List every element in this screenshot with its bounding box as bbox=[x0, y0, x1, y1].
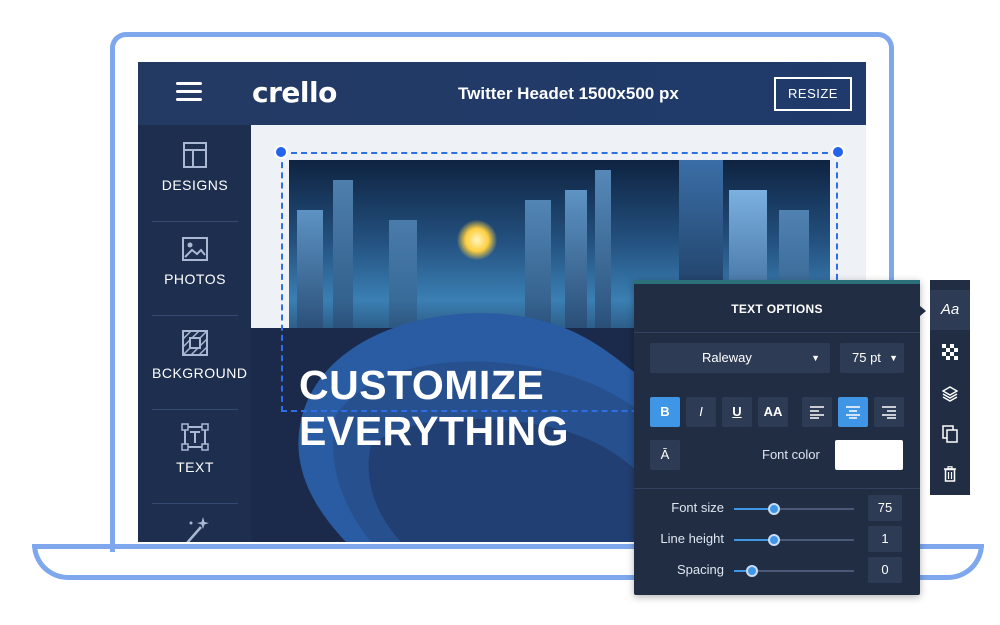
sidebar: DESIGNS PHOTOS BCKGROUND TEXT bbox=[138, 125, 251, 542]
panel-pointer bbox=[920, 306, 926, 316]
font-size-input[interactable]: 75 bbox=[868, 495, 902, 521]
app-logo: crello bbox=[252, 76, 337, 109]
align-right-button[interactable] bbox=[874, 397, 904, 427]
magic-wand-icon bbox=[186, 517, 209, 542]
sidebar-item-label: PHOTOS bbox=[164, 271, 226, 287]
align-left-button[interactable] bbox=[802, 397, 832, 427]
chevron-down-icon: ▼ bbox=[811, 353, 820, 363]
delete-button[interactable] bbox=[930, 454, 970, 494]
align-center-icon bbox=[846, 406, 860, 419]
panel-title: TEXT OPTIONS bbox=[731, 302, 823, 316]
italic-button[interactable]: I bbox=[686, 397, 716, 427]
image-icon bbox=[182, 237, 208, 261]
font-size-slider-label: Font size bbox=[671, 500, 724, 515]
font-family-value: Raleway bbox=[702, 350, 752, 365]
text-options-panel: TEXT OPTIONS Raleway ▼ 75 pt ▼ B I U AA … bbox=[634, 280, 920, 595]
duplicate-icon bbox=[942, 425, 958, 443]
align-left-icon bbox=[810, 406, 824, 419]
layers-button[interactable] bbox=[930, 374, 970, 414]
spacing-slider-label: Spacing bbox=[677, 562, 724, 577]
line-height-slider[interactable] bbox=[734, 534, 854, 546]
stage: crello Twitter Headet 1500x500 px RESIZE… bbox=[0, 0, 1000, 625]
spacing-slider[interactable] bbox=[734, 565, 854, 577]
text-effect-button[interactable]: Ā bbox=[650, 440, 680, 470]
spacing-input[interactable]: 0 bbox=[868, 557, 902, 583]
font-color-swatch[interactable] bbox=[835, 440, 903, 470]
sidebar-item-magic[interactable] bbox=[152, 507, 238, 542]
font-family-select[interactable]: Raleway ▼ bbox=[650, 343, 830, 373]
text-box-icon bbox=[181, 423, 209, 451]
resize-handle-top-left[interactable] bbox=[274, 145, 288, 159]
uppercase-button[interactable]: AA bbox=[758, 397, 788, 427]
layout-icon bbox=[183, 142, 207, 168]
font-size-select[interactable]: 75 pt ▼ bbox=[840, 343, 904, 373]
underline-button[interactable]: U bbox=[722, 397, 752, 427]
slider-knob[interactable] bbox=[746, 565, 758, 577]
slider-knob[interactable] bbox=[767, 503, 780, 515]
sidebar-item-label: BCKGROUND bbox=[152, 365, 248, 381]
sidebar-item-background[interactable]: BCKGROUND bbox=[152, 319, 248, 405]
layers-icon bbox=[941, 386, 959, 402]
panel-divider bbox=[634, 488, 920, 489]
sidebar-divider bbox=[152, 315, 238, 316]
text-style-tab[interactable]: Aa bbox=[930, 290, 970, 330]
transparency-button[interactable] bbox=[930, 332, 970, 372]
headline-line-2: EVERYTHING bbox=[299, 408, 570, 454]
chevron-down-icon: ▼ bbox=[889, 353, 898, 363]
resize-handle-top-right[interactable] bbox=[831, 145, 845, 159]
line-height-slider-label: Line height bbox=[660, 531, 724, 546]
top-bar: crello Twitter Headet 1500x500 px RESIZE bbox=[138, 62, 866, 125]
font-size-value: 75 pt bbox=[852, 350, 881, 365]
font-size-slider[interactable] bbox=[734, 503, 854, 515]
background-pattern-icon bbox=[182, 330, 208, 356]
panel-divider bbox=[634, 332, 920, 333]
document-title: Twitter Headet 1500x500 px bbox=[458, 84, 679, 103]
bold-button[interactable]: B bbox=[650, 397, 680, 427]
sidebar-item-designs[interactable]: DESIGNS bbox=[152, 131, 238, 217]
resize-button[interactable]: RESIZE bbox=[774, 77, 852, 111]
sidebar-item-label: DESIGNS bbox=[161, 177, 229, 193]
align-center-button[interactable] bbox=[838, 397, 868, 427]
menu-icon[interactable] bbox=[176, 82, 202, 102]
sidebar-divider bbox=[152, 503, 238, 504]
align-right-icon bbox=[882, 406, 896, 419]
slider-knob[interactable] bbox=[767, 534, 780, 546]
line-height-input[interactable]: 1 bbox=[868, 526, 902, 552]
sidebar-divider bbox=[152, 221, 238, 222]
sidebar-item-text[interactable]: TEXT bbox=[152, 413, 238, 499]
sidebar-divider bbox=[152, 409, 238, 410]
delete-icon bbox=[944, 466, 956, 482]
panel-accent-line bbox=[634, 280, 920, 284]
font-color-label: Font color bbox=[762, 447, 820, 462]
transparency-icon bbox=[942, 344, 958, 360]
sidebar-item-label: TEXT bbox=[176, 459, 214, 475]
sidebar-item-photos[interactable]: PHOTOS bbox=[152, 225, 238, 311]
right-toolbar: Aa bbox=[930, 280, 970, 495]
duplicate-button[interactable] bbox=[930, 414, 970, 454]
